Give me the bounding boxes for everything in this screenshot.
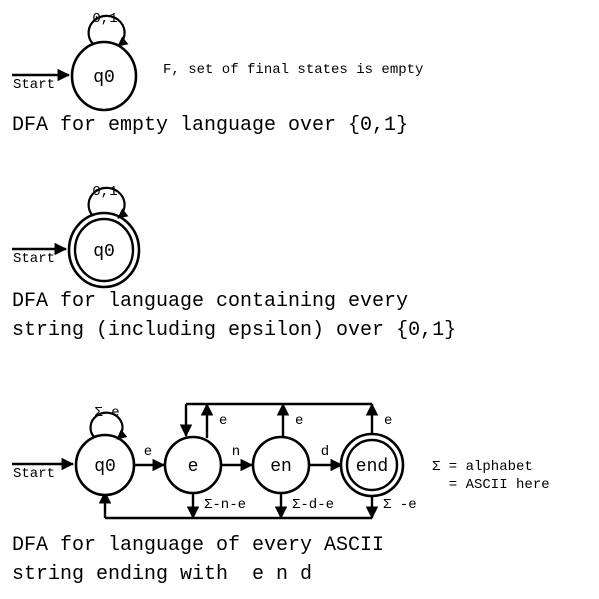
down-bus-label-2: Σ-d-e xyxy=(292,497,334,513)
edge-e-to-en-label: n xyxy=(232,444,240,460)
state-q0-label-2: q0 xyxy=(93,242,115,262)
edge-en-to-end-label: d xyxy=(321,444,329,460)
up-bus-label-2: e xyxy=(295,413,303,429)
dfa-ending-end-graphics: e e e Σ-n-e Σ-d-e Σ -e Start e n d q0 e … xyxy=(12,402,417,520)
caption-2-line-1: DFA for language containing every xyxy=(12,290,409,313)
self-loop-q0-label: 0,1 xyxy=(92,11,117,27)
legend-line-1: Σ = alphabet xyxy=(432,459,533,475)
caption-2-line-2: string (including epsilon) over {0,1} xyxy=(12,319,457,342)
start-label: Start xyxy=(13,77,55,93)
dfa-empty-language-graphics: q0 0,1 Start xyxy=(12,11,138,112)
dfa-all-strings-graphics: q0 0,1 Start xyxy=(12,184,141,289)
final-states-note: F, set of final states is empty xyxy=(163,62,424,78)
legend-line-2: = ASCII here xyxy=(432,477,550,493)
start-label-2: Start xyxy=(13,251,55,267)
down-bus-label-3: Σ -e xyxy=(383,497,417,513)
self-loop-q0-label-2: 0,1 xyxy=(92,184,117,200)
state-end-label: end xyxy=(356,457,388,477)
up-bus-label-1: e xyxy=(219,413,227,429)
state-e-label: e xyxy=(188,457,199,477)
state-q0-label-3: q0 xyxy=(94,457,116,477)
caption-3-line-1: DFA for language of every ASCII xyxy=(12,534,385,557)
start-label-3: Start xyxy=(13,466,55,482)
caption-3-line-2: string ending with e n d xyxy=(12,563,313,586)
diagram-page: q0 0,1 Start q0 0,1 Start e e e Σ-n-e Σ-… xyxy=(0,0,599,599)
up-bus-label-3: e xyxy=(384,413,392,429)
down-bus-label-1: Σ-n-e xyxy=(204,497,246,513)
state-en-label: en xyxy=(270,457,292,477)
state-q0-label: q0 xyxy=(93,68,115,88)
self-loop-q0-label-3: Σ-e xyxy=(94,405,119,421)
caption-1-line-1: DFA for empty language over {0,1} xyxy=(12,114,409,137)
edge-q0-to-e-label: e xyxy=(144,444,152,460)
